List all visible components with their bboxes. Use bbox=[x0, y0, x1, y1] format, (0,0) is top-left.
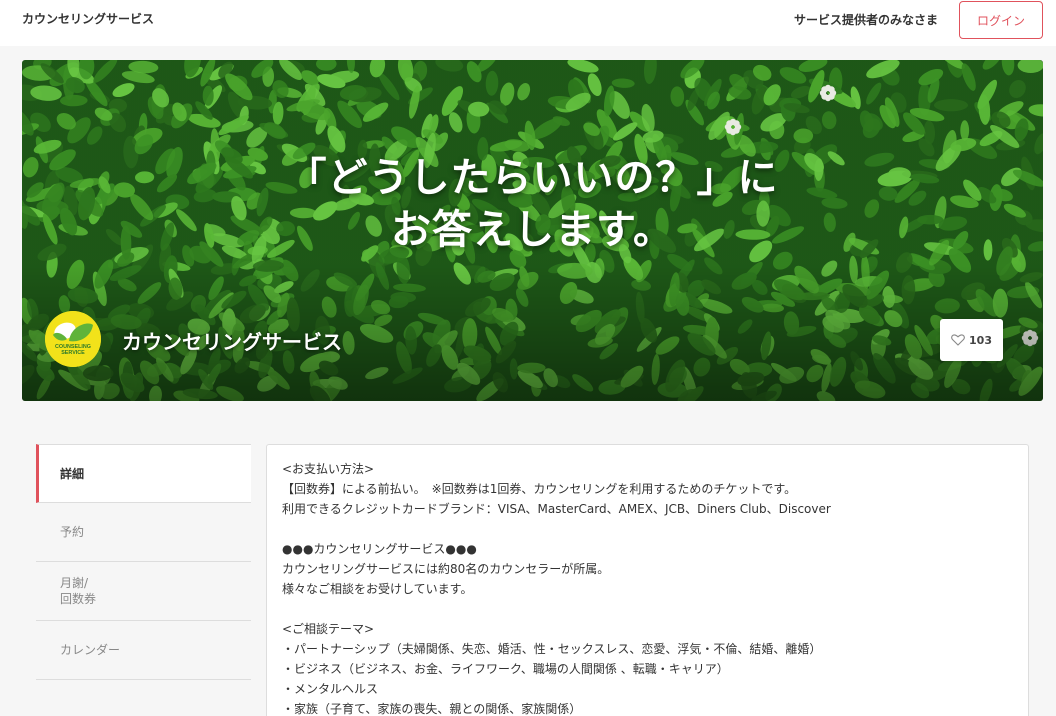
nav-item-label: 予約 bbox=[60, 525, 85, 539]
like-count: 103 bbox=[969, 333, 992, 347]
content-line: ●●●カウンセリングサービス●●● bbox=[282, 542, 477, 556]
hero-banner: 「どうしたらいいの？」に お答えします。 COUNSELING SERVICE … bbox=[22, 60, 1043, 401]
like-button[interactable]: 103 bbox=[940, 319, 1003, 361]
shop-logo: COUNSELING SERVICE bbox=[45, 311, 101, 367]
provider-link[interactable]: サービス提供者のみなさま bbox=[794, 11, 938, 28]
content-line: ・家族（子育て、家族の喪失、親との関係、家族関係） bbox=[282, 702, 582, 716]
content-line bbox=[282, 599, 1028, 619]
content-line: ・ビジネス（ビジネス、お金、ライフワーク、職場の人間関係 、転職・キャリア） bbox=[282, 662, 729, 676]
logo-text-2: SERVICE bbox=[61, 350, 85, 356]
side-nav: 詳細 予約 月謝/ 回数券 カレンダー bbox=[36, 444, 251, 680]
content-line bbox=[282, 519, 1028, 539]
content-line: <お支払い方法> bbox=[282, 462, 375, 476]
details-content: <お支払い方法> 【回数券】による前払い。 ※回数券は1回券、カウンセリングを利… bbox=[266, 444, 1029, 716]
nav-item-label: 詳細 bbox=[60, 466, 85, 481]
content-line: ・パートナーシップ（夫婦関係、失恋、婚活、性・セックスレス、恋愛、浮気・不倫、結… bbox=[282, 642, 822, 656]
login-button[interactable]: ログイン bbox=[959, 1, 1043, 39]
content-line: 利用できるクレジットカードブランド：VISA、MasterCard、AMEX、J… bbox=[282, 502, 831, 516]
nav-item-label: 月謝/ 回数券 bbox=[60, 575, 96, 607]
nav-item-tickets[interactable]: 月謝/ 回数券 bbox=[36, 562, 251, 621]
hero-title: 「どうしたらいいの？」に お答えします。 bbox=[22, 152, 1043, 256]
nav-item-label: カレンダー bbox=[60, 643, 121, 657]
nav-item-details[interactable]: 詳細 bbox=[36, 444, 251, 503]
content-line: 【回数券】による前払い。 ※回数券は1回券、カウンセリングを利用するためのチケッ… bbox=[282, 482, 797, 496]
nav-item-label-line2: 回数券 bbox=[60, 592, 97, 606]
top-header: カウンセリングサービス サービス提供者のみなさま ログイン bbox=[0, 0, 1056, 46]
content-line: 様々なご相談をお受けしています。 bbox=[282, 582, 473, 596]
heart-outline-icon bbox=[951, 334, 965, 346]
shop-name: カウンセリングサービス bbox=[122, 330, 342, 354]
nav-item-calendar[interactable]: カレンダー bbox=[36, 621, 251, 680]
brand-name[interactable]: カウンセリングサービス bbox=[22, 10, 154, 27]
leaf-logo-icon: COUNSELING SERVICE bbox=[45, 311, 101, 367]
nav-item-label-line1: 月謝/ bbox=[60, 576, 89, 590]
content-line: <ご相談テーマ> bbox=[282, 622, 375, 636]
content-line: カウンセリングサービスには約80名のカウンセラーが所属。 bbox=[282, 562, 610, 576]
content-line: ・メンタルヘルス bbox=[282, 682, 379, 696]
hero-title-line1: 「どうしたらいいの？」に bbox=[286, 155, 779, 201]
nav-item-reservation[interactable]: 予約 bbox=[36, 503, 251, 562]
hero-title-line2: お答えします。 bbox=[391, 207, 674, 253]
